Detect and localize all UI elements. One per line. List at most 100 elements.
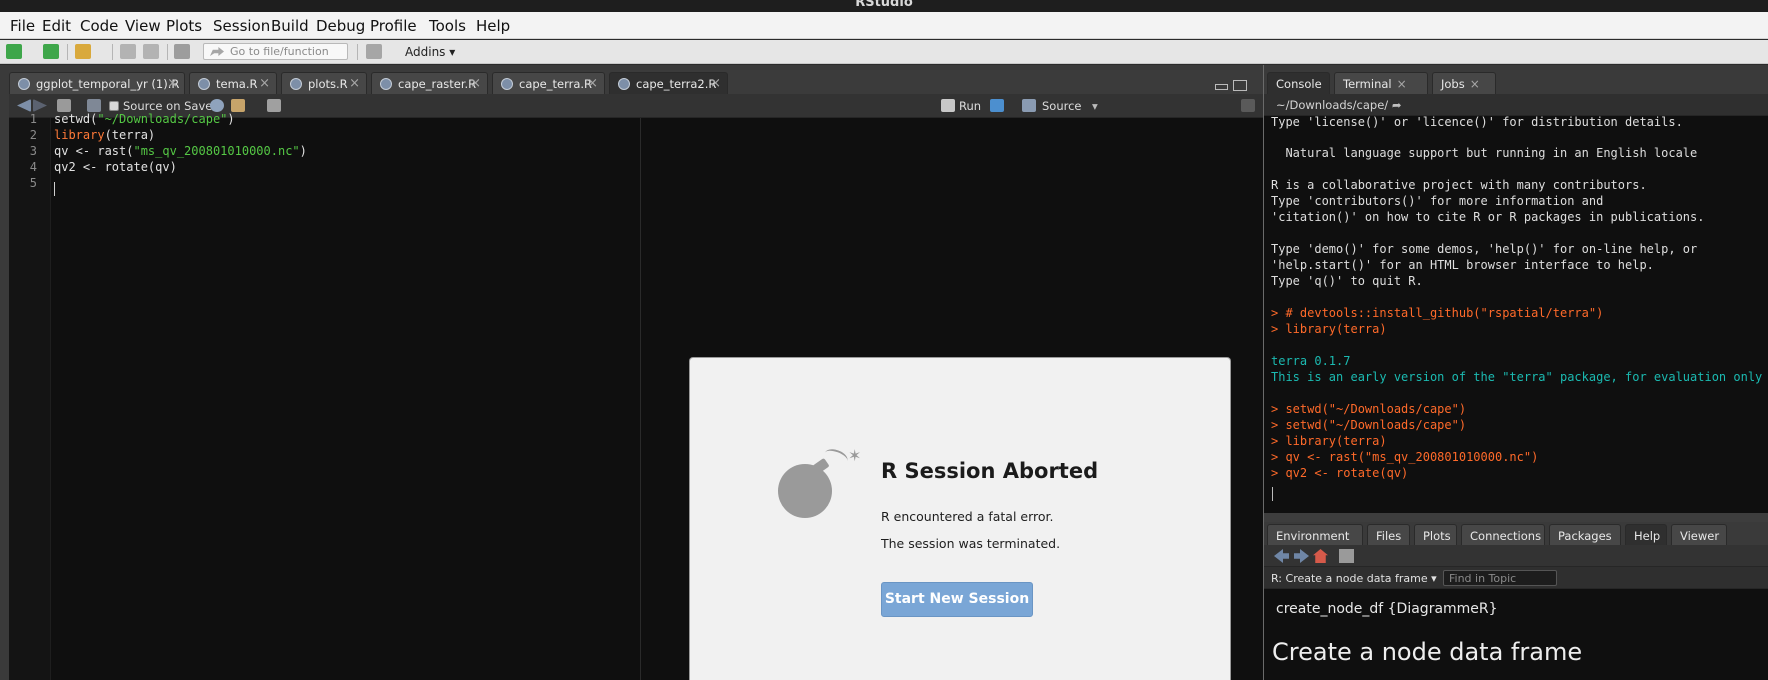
open-folder-icon[interactable] [75,44,91,59]
close-icon[interactable]: × [587,76,598,91]
close-icon[interactable]: × [1470,77,1480,91]
code-line-1[interactable]: setwd("~/Downloads/cape") [54,112,235,126]
show-in-window-icon[interactable] [57,99,71,112]
console-line: > qv2 <- rotate(qv) [1271,466,1409,480]
console-line: Type 'demo()' for some demos, 'help()' f… [1271,242,1698,256]
tab-tema[interactable]: tema.R × [189,72,277,94]
menu-file[interactable]: File [10,17,35,35]
tab-cape-raster[interactable]: cape_raster.R × [371,72,488,94]
code-line-3[interactable]: qv <- rast("ms_qv_200801010000.nc") [54,144,307,158]
tab-terminal[interactable]: Terminal × [1334,72,1428,94]
tab-ggplot-temporal[interactable]: ggplot_temporal_yr (1).R × [9,72,185,94]
tab-packages[interactable]: Packages [1549,524,1621,546]
tab-connections[interactable]: Connections [1461,524,1545,546]
save-icon[interactable] [120,44,136,59]
close-icon[interactable]: × [1397,77,1407,91]
console-output[interactable]: Type 'license()' or 'licence()' for dist… [1264,116,1768,513]
tab-files[interactable]: Files [1367,524,1410,546]
tab-label: cape_terra2.R [636,77,717,91]
run-icon[interactable] [941,99,955,112]
menu-debug[interactable]: Debug [316,17,365,35]
menu-view[interactable]: View [125,17,161,35]
tab-plots-pane[interactable]: Plots [1414,524,1457,546]
search-icon[interactable] [210,99,224,112]
tab-cape-terra[interactable]: cape_terra.R × [492,72,605,94]
help-topic-bar: R: Create a node data frame ▾ Find in To… [1264,567,1768,589]
console-line: Type 'contributors()' for more informati… [1271,194,1604,208]
outline-icon[interactable] [1241,99,1255,112]
maximize-pane-icon[interactable] [1233,80,1247,91]
close-icon[interactable]: × [167,76,178,91]
chevron-down-icon[interactable]: ▾ [1092,99,1098,113]
addins-button[interactable]: Addins ▾ [405,45,455,59]
tab-help[interactable]: Help [1625,524,1667,546]
menu-code[interactable]: Code [80,17,118,35]
code-line-2[interactable]: library(terra) [54,128,155,142]
compile-report-icon[interactable] [267,99,281,112]
back-arrow-icon[interactable] [17,99,31,112]
save-file-icon[interactable] [87,99,101,112]
r-file-icon [198,78,210,90]
spark-icon: ✶ [848,446,862,465]
back-arrow-icon[interactable] [1274,549,1289,563]
tab-environment[interactable]: Environment [1267,524,1363,546]
tab-label: Console [1276,77,1322,91]
minimize-pane-icon[interactable] [1215,84,1228,90]
tab-label: Terminal [1343,77,1392,91]
forward-arrow-icon[interactable] [1294,549,1309,563]
console-tab-bar: Console Terminal × Jobs × [1264,70,1768,94]
tab-plots[interactable]: plots.R × [281,72,367,94]
code-line-4[interactable]: qv2 <- rotate(qv) [54,160,177,174]
close-icon[interactable]: × [349,76,360,91]
tab-viewer[interactable]: Viewer [1671,524,1727,546]
help-toolbar [1264,545,1768,567]
horizontal-splitter[interactable] [1264,513,1768,522]
source-icon[interactable] [1022,99,1036,112]
tab-label: cape_raster.R [398,77,477,91]
rerun-icon[interactable] [990,99,1004,112]
code-token: ) [299,144,307,158]
tab-console[interactable]: Console [1267,72,1330,94]
pane-layout-icon[interactable] [366,44,382,59]
new-file-icon[interactable] [6,44,22,59]
run-button[interactable]: Run [959,99,981,113]
new-project-icon[interactable] [43,44,59,59]
source-on-save-checkbox[interactable] [109,101,119,111]
help-topic-select[interactable]: R: Create a node data frame ▾ [1271,572,1437,585]
menu-edit[interactable]: Edit [42,17,71,35]
menu-tools[interactable]: Tools [429,17,466,35]
tab-label: Packages [1558,529,1612,543]
source-button[interactable]: Source [1042,99,1082,113]
menu-bar: File Edit Code View Plots Session Build … [0,12,1768,39]
print-icon[interactable] [174,44,190,59]
tab-label: Environment [1276,529,1350,543]
close-icon[interactable]: × [259,76,270,91]
menu-help[interactable]: Help [476,17,510,35]
save-all-icon[interactable] [143,44,159,59]
close-icon[interactable]: × [470,76,481,91]
tab-jobs[interactable]: Jobs × [1432,72,1496,94]
show-in-window-icon[interactable] [1339,549,1354,563]
source-on-save-label: Source on Save [123,99,213,113]
start-new-session-button[interactable]: Start New Session [881,582,1033,617]
menu-plots[interactable]: Plots [166,17,202,35]
working-directory-path: ~/Downloads/cape/ [1276,98,1389,112]
magic-wand-icon[interactable] [231,99,245,112]
go-to-directory-icon[interactable]: ➦ [1392,98,1402,112]
help-topic-label: R: Create a node data frame [1271,572,1428,585]
tab-label: Files [1376,529,1402,543]
code-token: setwd( [54,112,98,126]
find-in-topic-input[interactable]: Find in Topic [1443,570,1557,586]
console-line: terra 0.1.7 [1271,354,1351,368]
menu-session[interactable]: Session [213,17,270,35]
forward-arrow-icon[interactable] [33,99,47,112]
tab-cape-terra2[interactable]: cape_terra2.R × [609,72,728,94]
console-line: This is an early version of the "terra" … [1271,370,1763,384]
go-to-file-input[interactable]: Go to file/function [203,43,348,60]
console-line: > setwd("~/Downloads/cape") [1271,402,1467,416]
help-package-line: create_node_df {DiagrammeR} [1276,601,1498,617]
home-icon[interactable] [1313,549,1328,563]
menu-profile[interactable]: Profile [370,17,417,35]
menu-build[interactable]: Build [271,17,309,35]
close-icon[interactable]: × [710,76,721,91]
